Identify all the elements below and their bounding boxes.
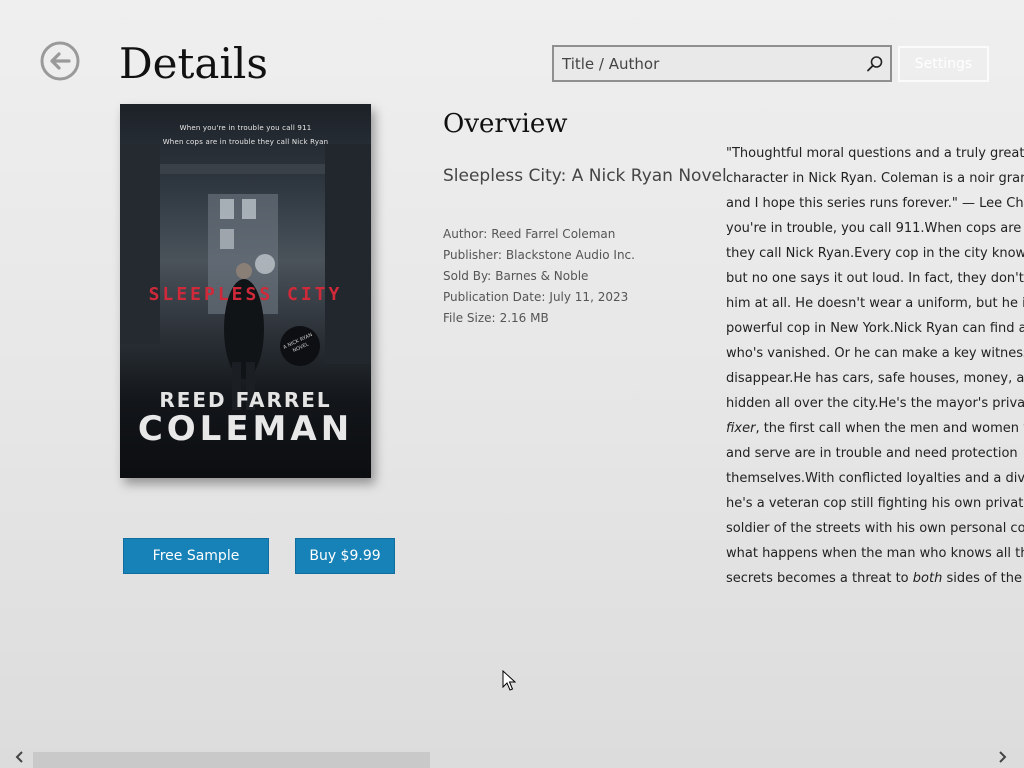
description-line: and serve are in trouble and need protec…: [726, 446, 1018, 461]
meta-file-size: File Size: 2.16 MB: [443, 308, 635, 329]
book-metadata: Author: Reed Farrel Coleman Publisher: Bla…: [443, 224, 635, 329]
back-arrow-icon: [40, 41, 80, 81]
search-icon: [867, 56, 883, 72]
meta-label: Publication Date:: [443, 290, 546, 304]
meta-label: Publisher:: [443, 248, 502, 262]
scroll-left-button[interactable]: [10, 750, 30, 768]
meta-sold-by: Sold By: Barnes & Noble: [443, 266, 635, 287]
cover-title: SLEEPLESS CITY: [148, 284, 343, 305]
meta-label: Author:: [443, 227, 488, 241]
description-line: secrets becomes a threat to both sides o…: [726, 571, 1024, 586]
book-title: Sleepless City: A Nick Ryan Novel: [443, 166, 727, 186]
description-line: themselves.With conflicted loyalties and…: [726, 471, 1024, 486]
description-line: he's a veteran cop still fighting his ow…: [726, 496, 1024, 511]
meta-value: Blackstone Audio Inc.: [505, 248, 635, 262]
description-line: him at all. He doesn't wear a uniform, b…: [726, 296, 1024, 311]
description-line: powerful cop in New York.Nick Ryan can f…: [726, 321, 1024, 336]
description-line: they call Nick Ryan.Every cop in the cit…: [726, 246, 1024, 261]
description-line: character in Nick Ryan. Coleman is a noi…: [726, 171, 1024, 186]
meta-value: 2.16 MB: [499, 311, 549, 325]
description-line: hidden all over the city.He's the mayor'…: [726, 396, 1024, 411]
book-cover: When you're in trouble you call 911 When…: [120, 104, 371, 478]
scroll-right-button[interactable]: [992, 750, 1012, 768]
buy-button[interactable]: Buy $9.99: [295, 538, 395, 574]
description-line: "Thoughtful moral questions and a truly …: [726, 146, 1024, 161]
meta-value: Barnes & Noble: [495, 269, 589, 283]
description-line: you're in trouble, you call 911.When cop…: [726, 221, 1024, 236]
cover-author-last: COLEMAN: [137, 409, 354, 449]
search-input[interactable]: [554, 47, 854, 80]
search-box: [552, 45, 892, 82]
description-line: who's vanished. Or he can make a key wit…: [726, 346, 1024, 361]
scrollbar-thumb[interactable]: [33, 752, 430, 768]
settings-button[interactable]: Settings: [898, 46, 989, 82]
chevron-right-icon: [999, 751, 1007, 763]
meta-value: July 11, 2023: [549, 290, 629, 304]
page-title: Details: [119, 39, 268, 88]
meta-value: Reed Farrel Coleman: [491, 227, 616, 241]
description-line: soldier of the streets with his own pers…: [726, 521, 1024, 536]
description-line: fixer, the first call when the men and w…: [726, 421, 1024, 436]
meta-label: File Size:: [443, 311, 496, 325]
description-line: and I hope this series runs forever." — …: [726, 196, 1024, 211]
book-description: "Thoughtful moral questions and a truly …: [726, 141, 1024, 591]
back-button[interactable]: [40, 41, 80, 81]
meta-label: Sold By:: [443, 269, 492, 283]
mouse-pointer-icon: [502, 669, 517, 692]
horizontal-scrollbar[interactable]: [0, 750, 1024, 768]
description-line: but no one says it out loud. In fact, th…: [726, 271, 1024, 286]
meta-publisher: Publisher: Blackstone Audio Inc.: [443, 245, 635, 266]
description-line: disappear.He has cars, safe houses, mone…: [726, 371, 1024, 386]
chevron-left-icon: [15, 751, 23, 763]
cover-tagline: When cops are in trouble they call Nick …: [162, 138, 329, 146]
meta-publication-date: Publication Date: July 11, 2023: [443, 287, 635, 308]
cover-tagline: When you're in trouble you call 911: [179, 124, 312, 132]
search-button[interactable]: [864, 53, 886, 75]
description-line: what happens when the man who knows all …: [726, 546, 1024, 561]
free-sample-button[interactable]: Free Sample: [123, 538, 269, 574]
overview-heading: Overview: [443, 109, 568, 139]
meta-author: Author: Reed Farrel Coleman: [443, 224, 635, 245]
